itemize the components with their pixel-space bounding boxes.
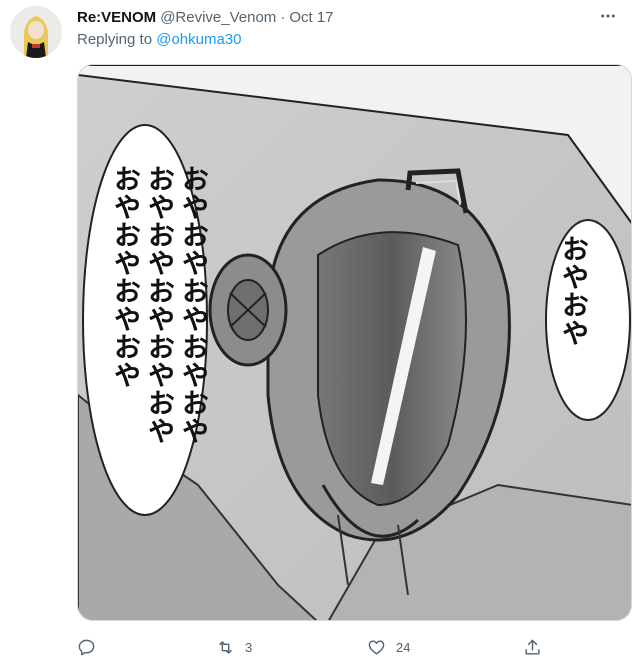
more-button[interactable] [594,4,622,28]
more-horizontal-icon [601,14,615,18]
tweet-date[interactable]: Oct 17 [289,9,333,26]
tweet-header: Re:VENOM @Revive_Venom · Oct 17 [77,6,630,28]
share-button[interactable] [523,630,552,664]
speech-bubble-left-text: おやおやおやおやおやおやおやおやおやおやおやおやおやおや [109,165,208,445]
like-count: 24 [396,639,411,655]
speech-bubble-right-text: おやおや [557,235,588,347]
tweet-actions: 3 24 [77,630,557,664]
retweet-count: 3 [245,639,253,655]
reply-icon [78,639,95,655]
avatar[interactable] [10,6,62,58]
tweet[interactable]: Re:VENOM @Revive_Venom · Oct 17 Replying… [0,0,640,671]
user-handle[interactable]: @Revive_Venom [160,9,276,26]
display-name[interactable]: Re:VENOM [77,9,156,26]
replying-to-handle[interactable]: @ohkuma30 [156,31,241,48]
reply-button[interactable] [77,630,106,664]
separator-dot: · [280,8,286,26]
replying-to-label: Replying to [77,31,153,48]
like-button[interactable]: 24 [367,630,410,664]
avatar-image [10,6,62,58]
heart-icon [368,639,385,655]
replying-to: Replying to @ohkuma30 [77,31,242,48]
share-icon [525,639,540,655]
tweet-media-image[interactable]: おやおやおやおやおやおやおやおやおやおやおやおやおやおや おやおや [77,64,632,621]
retweet-button[interactable]: 3 [216,630,252,664]
retweet-icon [219,640,232,654]
